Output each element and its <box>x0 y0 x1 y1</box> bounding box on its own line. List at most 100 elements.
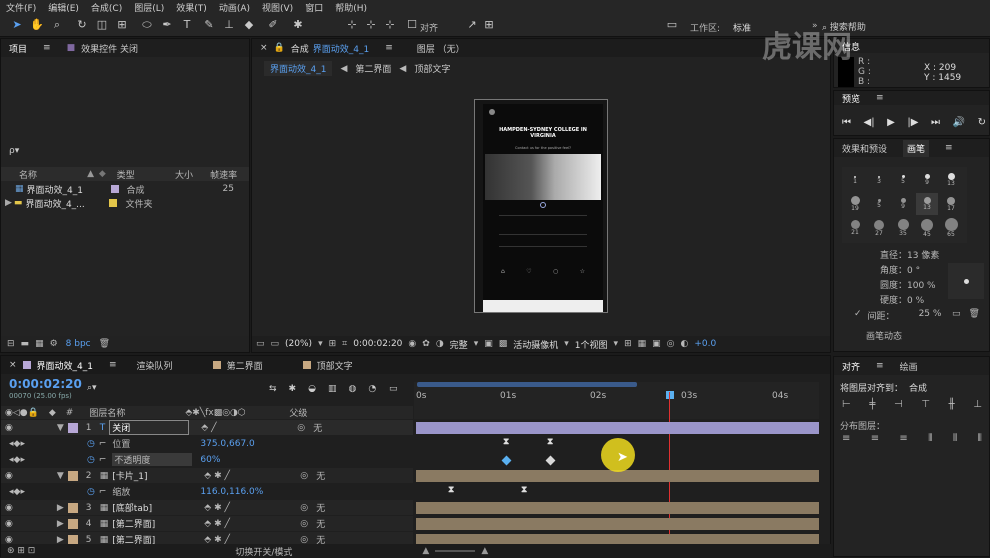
layer-name[interactable]: [底部tab] <box>112 501 192 514</box>
loop-icon[interactable]: ↻ <box>978 117 986 128</box>
timeline-timecode[interactable]: 0:00:02:20 <box>9 377 82 391</box>
zoom-out-icon[interactable]: ▲ <box>422 546 429 556</box>
menu-effect[interactable]: 效果(T) <box>176 1 207 14</box>
col-type[interactable]: 类型 <box>117 168 175 181</box>
clone-stamp-tool-icon[interactable]: ⊥ <box>222 18 236 32</box>
eye-icon[interactable]: ◉ <box>5 519 13 529</box>
keyframe-selected[interactable] <box>501 455 512 466</box>
brush-tip-selected[interactable]: 13 <box>916 193 938 215</box>
diameter-label[interactable]: 直径：13 像素 <box>880 249 939 264</box>
work-area-bar[interactable] <box>417 382 637 387</box>
project-settings-icon[interactable]: ⚙ <box>50 339 58 349</box>
snap-option-icon[interactable]: ↗ <box>465 18 479 32</box>
layer-duration-bar[interactable] <box>416 518 819 530</box>
close-tab-icon[interactable]: × <box>260 43 268 53</box>
parent-header[interactable]: 父级 <box>289 406 307 419</box>
keyframe-nav-icon[interactable]: ◂◆▸ <box>9 439 25 449</box>
align-to-dropdown[interactable]: 合成 <box>909 381 927 394</box>
eye-icon[interactable]: ◉ <box>5 535 13 545</box>
project-item[interactable]: ▶ ▬ 界面动效_4_... 文件夹 <box>1 196 249 210</box>
col-fps[interactable]: 帧速率 <box>210 168 249 181</box>
bit-depth-button[interactable]: 8 bpc <box>66 339 91 349</box>
expand-arrow-icon[interactable]: ▼ <box>57 471 64 481</box>
camera-dropdown[interactable]: 活动摄像机 <box>513 338 558 351</box>
parent-dropdown[interactable]: 无 <box>316 517 325 530</box>
keyframe-nav-icon[interactable]: ◂◆▸ <box>9 487 25 497</box>
comp-canvas[interactable]: HAMPDEN-SYDNEY COLLEGE IN VIRGINIA Conta… <box>474 99 608 313</box>
brush-tip[interactable]: 5 <box>868 193 890 215</box>
lock-icon[interactable]: 🔒 <box>274 43 285 53</box>
next-frame-icon[interactable]: |▶ <box>907 117 918 128</box>
parent-pickwhip-icon[interactable]: ◎ <box>300 519 316 529</box>
distribute-left-icon[interactable]: ⦀ <box>928 433 932 444</box>
fit-icon[interactable]: ⊞ <box>329 339 337 349</box>
ellipse-tool-icon[interactable]: ⬭ <box>140 18 154 32</box>
roundness-label[interactable]: 圆度：100 % <box>880 279 939 294</box>
brush-tip[interactable]: 13 <box>940 169 962 191</box>
brush-tip[interactable]: 1 <box>844 169 866 191</box>
property-row[interactable]: ◂◆▸ ◷ ⌐ 缩放 116.0,116.0% <box>1 484 413 499</box>
col-size[interactable]: 大小 <box>175 168 210 181</box>
brush-tip[interactable]: 5 <box>892 169 914 191</box>
menu-composition[interactable]: 合成(C) <box>91 1 122 14</box>
color-icon[interactable]: ◑ <box>436 339 444 349</box>
pan-behind-tool-icon[interactable]: ⊞ <box>115 18 129 32</box>
hardness-label[interactable]: 硬度：0 % <box>880 294 939 309</box>
dropdown-arrow-icon[interactable]: ▾ <box>474 339 479 349</box>
property-value[interactable]: 60% <box>200 455 220 465</box>
quality-dropdown[interactable]: 完整 <box>450 338 468 351</box>
transparency-icon[interactable]: ▩ <box>499 339 508 349</box>
expand-arrow-icon[interactable]: ▼ <box>57 423 64 433</box>
layer-name[interactable]: 关闭 <box>109 420 190 435</box>
pen-tool-icon[interactable]: ✒ <box>160 18 174 32</box>
project-search[interactable]: ρ▾ <box>9 146 19 156</box>
brush-tip[interactable]: 35 <box>892 217 914 239</box>
zoom-in-icon[interactable]: ▲ <box>481 546 488 556</box>
snap-edge-icon[interactable]: ⊞ <box>482 18 496 32</box>
time-ruler[interactable]: 0s 01s 02s 03s 04s <box>414 382 819 419</box>
parent-dropdown[interactable]: 无 <box>316 469 325 482</box>
roto-brush-tool-icon[interactable]: ✐ <box>266 18 280 32</box>
tab-effect-controls[interactable]: 效果控件 关闭 <box>81 42 138 55</box>
menu-animation[interactable]: 动画(A) <box>219 1 250 14</box>
align-bottom-icon[interactable]: ⊥ <box>973 399 982 410</box>
label-swatch[interactable] <box>67 534 78 545</box>
label-swatch[interactable] <box>67 470 78 481</box>
selection-tool-icon[interactable]: ➤ <box>10 18 24 32</box>
shy-icon[interactable]: ◒ <box>308 384 316 394</box>
tab-composition[interactable]: 界面动效_4_1 <box>313 42 369 55</box>
breadcrumb-item[interactable]: 顶部文字 <box>414 62 450 75</box>
tab-layer[interactable]: 图层 （无） <box>417 42 465 55</box>
3d-icon[interactable]: ◎ <box>667 339 675 349</box>
layer-duration-bar[interactable] <box>416 502 819 514</box>
panel-menu-icon[interactable]: ≡ <box>876 361 884 371</box>
keyframe[interactable] <box>545 455 556 466</box>
tab-brushes[interactable]: 画笔 <box>903 139 930 157</box>
layer-name[interactable]: [卡片_1] <box>112 469 192 482</box>
tab-align[interactable]: 对齐 <box>842 360 860 373</box>
frame-blend-icon[interactable]: ▥ <box>328 384 337 394</box>
brush-tip[interactable]: 9 <box>916 169 938 191</box>
close-tab-icon[interactable]: × <box>9 360 17 370</box>
menu-file[interactable]: 文件(F) <box>6 1 36 14</box>
motion-blur-icon[interactable]: ◍ <box>348 384 356 394</box>
workspace-icon[interactable]: ▭ <box>665 18 679 32</box>
eraser-tool-icon[interactable]: ◆ <box>242 18 256 32</box>
comp-flowchart-icon[interactable]: ⇆ <box>269 384 277 394</box>
draft-3d-icon[interactable]: ✱ <box>289 384 297 394</box>
tab-top-text[interactable]: 顶部文字 <box>317 359 353 372</box>
eye-icon[interactable]: ◉ <box>5 423 13 433</box>
stopwatch-icon[interactable]: ◷ <box>87 487 95 497</box>
dropdown-arrow-icon[interactable]: ▾ <box>318 339 323 349</box>
property-value[interactable]: 116.0,116.0% <box>200 487 263 497</box>
first-frame-icon[interactable]: ⏮ <box>842 117 851 128</box>
layer-switches[interactable]: ⬘ ╱ <box>201 423 297 433</box>
layer-duration-bar[interactable] <box>416 422 819 434</box>
hand-tool-icon[interactable]: ✋ <box>30 18 44 32</box>
panel-menu-icon[interactable]: ≡ <box>43 43 51 53</box>
puppet-tool-icon[interactable]: ✱ <box>291 18 305 32</box>
tab-paint[interactable]: 绘画 <box>900 360 918 373</box>
parent-pickwhip-icon[interactable]: ◎ <box>300 535 316 545</box>
distribute-hcenter-icon[interactable]: ⦀ <box>953 433 957 444</box>
dropdown-arrow-icon[interactable]: ▾ <box>564 339 569 349</box>
